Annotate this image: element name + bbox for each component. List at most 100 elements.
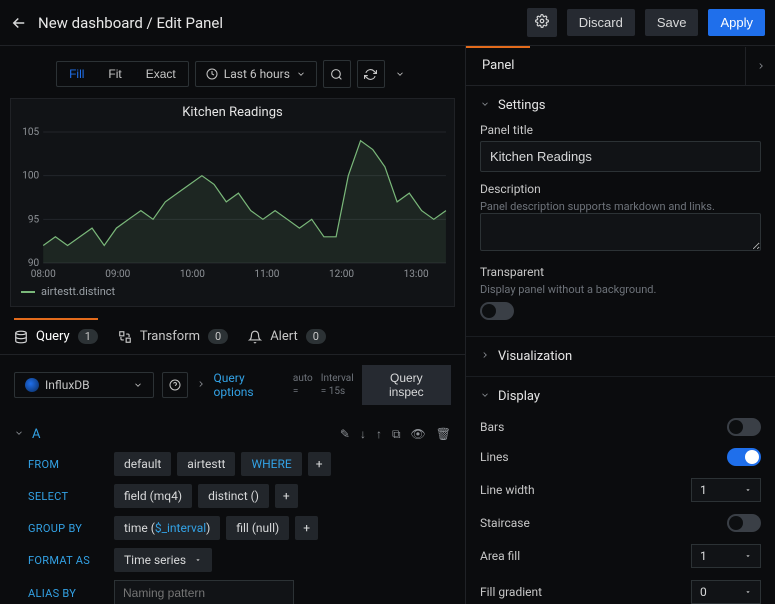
datasource-help-button[interactable] [162, 372, 188, 398]
area-fill-select[interactable]: 1 [691, 544, 761, 568]
panel-tab[interactable]: Panel [466, 46, 530, 85]
alias-input[interactable] [114, 580, 294, 604]
from-label: FROM [28, 458, 108, 471]
query-delete-icon[interactable]: 🗑 [436, 427, 451, 442]
fill-mode-button[interactable]: Fill [57, 62, 96, 86]
select-field-chip[interactable]: field (mq4) [114, 484, 192, 508]
exact-mode-button[interactable]: Exact [134, 62, 188, 86]
bars-toggle[interactable] [727, 418, 761, 436]
tab-alert[interactable]: Alert 0 [248, 329, 326, 344]
influxdb-icon [25, 378, 39, 392]
groupby-time-chip[interactable]: time ($_interval) [114, 516, 220, 540]
svg-text:10:00: 10:00 [180, 269, 205, 280]
fill-gradient-label: Fill gradient [480, 585, 542, 599]
chevron-down-icon [480, 99, 490, 109]
visualization-section-toggle[interactable]: Visualization [480, 349, 761, 364]
query-collapse-toggle[interactable] [14, 427, 24, 442]
interval-value: = 15s [321, 386, 354, 397]
panel-expand-button[interactable] [745, 47, 775, 85]
caret-down-icon [744, 486, 752, 494]
back-arrow-icon[interactable] [10, 14, 28, 32]
settings-section-toggle[interactable]: Settings [480, 98, 761, 113]
refresh-button[interactable] [357, 60, 385, 88]
caret-down-icon [744, 552, 752, 560]
fit-mode-button[interactable]: Fit [96, 62, 133, 86]
svg-text:90: 90 [28, 258, 40, 269]
query-move-up-icon[interactable]: ↑ [376, 427, 382, 442]
query-options-label: Query options [214, 371, 285, 399]
bell-icon [248, 330, 262, 344]
select-add-button[interactable]: + [275, 484, 298, 508]
svg-text:12:00: 12:00 [329, 269, 354, 280]
svg-text:08:00: 08:00 [31, 269, 56, 280]
from-default-chip[interactable]: default [114, 452, 171, 476]
svg-text:09:00: 09:00 [105, 269, 130, 280]
apply-button[interactable]: Apply [708, 9, 765, 36]
fill-gradient-select[interactable]: 0 [691, 580, 761, 604]
description-textarea[interactable] [480, 213, 761, 251]
tab-query[interactable]: Query 1 [14, 329, 98, 344]
chevron-right-icon [196, 379, 206, 389]
refresh-dropdown[interactable] [391, 60, 409, 88]
format-select[interactable]: Time series [114, 548, 212, 572]
from-measurement-chip[interactable]: airtestt [177, 452, 235, 476]
svg-text:95: 95 [28, 214, 40, 225]
settings-gear-button[interactable] [527, 8, 557, 37]
select-label: SELECT [28, 490, 108, 503]
query-name[interactable]: A [32, 427, 40, 442]
visualization-title: Visualization [498, 349, 572, 364]
legend-label: airtestt.distinct [41, 285, 115, 298]
tab-alert-label: Alert [270, 329, 298, 344]
transform-count-badge: 0 [208, 329, 228, 344]
groupby-label: GROUP BY [28, 522, 108, 535]
lines-label: Lines [480, 450, 509, 464]
zoom-out-button[interactable] [323, 60, 351, 88]
groupby-fill-chip[interactable]: fill (null) [226, 516, 289, 540]
groupby-add-button[interactable]: + [295, 516, 318, 540]
chevron-down-icon [14, 428, 24, 438]
chevron-right-icon [756, 61, 766, 71]
query-toggle-visibility-icon[interactable]: 👁 [411, 427, 426, 442]
query-inspector-button[interactable]: Query inspec [362, 365, 451, 405]
chart-title: Kitchen Readings [11, 99, 454, 126]
chart-legend: airtestt.distinct [11, 281, 454, 306]
clock-icon [206, 68, 218, 80]
panel-title-input[interactable] [480, 141, 761, 172]
lines-toggle[interactable] [727, 448, 761, 466]
staircase-toggle[interactable] [727, 514, 761, 532]
display-section-toggle[interactable]: Display [480, 389, 761, 404]
line-width-select[interactable]: 1 [691, 478, 761, 502]
where-add-button[interactable]: + [308, 452, 331, 476]
format-label: FORMAT AS [28, 554, 108, 567]
discard-button[interactable]: Discard [567, 9, 635, 36]
save-button[interactable]: Save [645, 9, 699, 36]
description-label: Description [480, 182, 761, 196]
display-title: Display [498, 389, 540, 404]
query-duplicate-icon[interactable]: ⧉ [392, 427, 401, 442]
datasource-select[interactable]: InfluxDB [14, 372, 154, 398]
chevron-down-icon [395, 69, 405, 79]
query-options-expand[interactable] [196, 378, 206, 392]
bars-label: Bars [480, 420, 504, 434]
chart-panel: Kitchen Readings 909510010508:0009:0010:… [10, 98, 455, 307]
settings-title: Settings [498, 98, 545, 113]
query-move-down-icon[interactable]: ↓ [360, 427, 366, 442]
transform-icon [118, 330, 132, 344]
chevron-right-icon [480, 350, 490, 360]
where-keyword-chip[interactable]: WHERE [241, 452, 301, 476]
tab-transform[interactable]: Transform 0 [118, 329, 228, 344]
transparent-toggle[interactable] [480, 302, 514, 320]
magnifier-icon [330, 68, 343, 81]
select-agg-chip[interactable]: distinct () [198, 484, 269, 508]
gear-icon [535, 14, 549, 28]
description-hint: Panel description supports markdown and … [480, 200, 761, 213]
time-series-chart[interactable]: 909510010508:0009:0010:0011:0012:0013:00 [11, 126, 454, 281]
panel-title-label: Panel title [480, 123, 761, 137]
svg-text:105: 105 [22, 127, 39, 138]
chevron-down-icon [480, 390, 490, 400]
time-range-picker[interactable]: Last 6 hours [195, 61, 317, 87]
interval-label: Interval [321, 373, 354, 384]
page-title: New dashboard / Edit Panel [38, 14, 223, 32]
query-edit-icon[interactable]: ✎ [340, 427, 350, 442]
chevron-down-icon [133, 380, 143, 390]
